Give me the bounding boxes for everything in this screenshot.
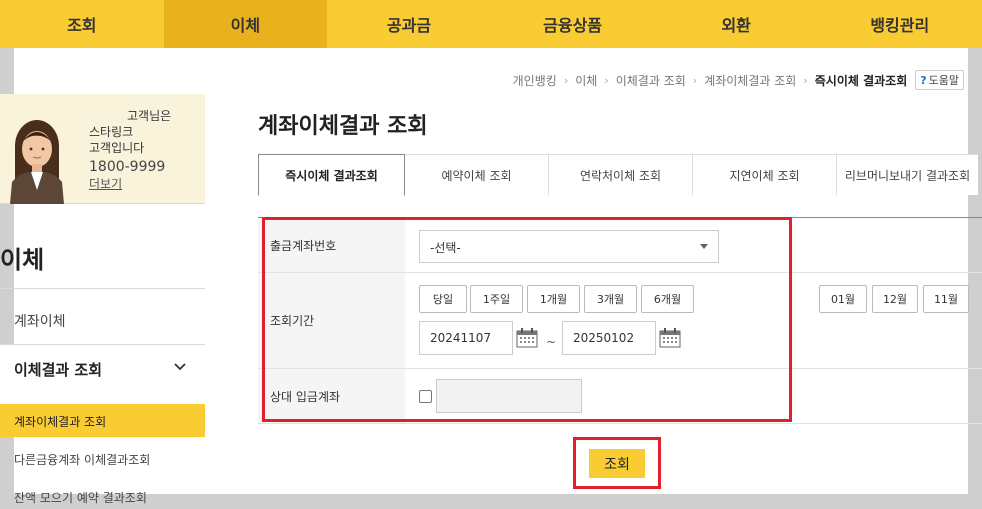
profile-status: 고객입니다 — [89, 141, 145, 155]
tab-bar: 즉시이체 결과조회 예약이체 조회 연락처이체 조회 지연이체 조회 리브머니보… — [258, 154, 978, 196]
sidebar-subitem[interactable]: 다른금융계좌 이체결과조회 — [14, 451, 150, 468]
nav-item-forex[interactable]: 외환 — [654, 0, 818, 48]
tab-contact[interactable]: 연락처이체 조회 — [549, 154, 693, 195]
question-icon: ? — [920, 73, 927, 87]
tab-scheduled[interactable]: 예약이체 조회 — [405, 154, 549, 195]
sidebar-section-transfer-result[interactable]: 이체결과 조회 — [0, 344, 205, 404]
chevron-down-icon — [174, 363, 186, 371]
profile-phone: 1800-9999 — [89, 159, 166, 175]
nav-item-products[interactable]: 금융상품 — [491, 0, 655, 48]
nav-item-transfer[interactable]: 이체 — [163, 0, 328, 48]
month-dec-button[interactable]: 12월 — [872, 285, 918, 313]
sidebar-section-label: 이체결과 조회 — [14, 361, 103, 379]
customer-avatar — [10, 116, 64, 204]
month-nov-button[interactable]: 11월 — [923, 285, 969, 313]
chevron-right-icon: › — [563, 73, 569, 87]
profile-greeting: 고객님은 — [127, 109, 172, 123]
sidebar-title: 이체 — [0, 246, 45, 274]
help-label: 도움말 — [928, 74, 959, 87]
search-button[interactable]: 조회 — [589, 449, 645, 478]
breadcrumb-item[interactable]: 개인뱅킹 — [513, 72, 557, 89]
sidebar-subitem[interactable]: 잔액 모으기 예약 결과조회 — [14, 489, 147, 506]
profile-text: 고객님은 스타링크 고객입니다 1800-9999 더보기 — [89, 108, 171, 192]
help-button[interactable]: ? 도움말 — [915, 70, 964, 90]
top-nav: 조회 이체 공과금 금융상품 외환 뱅킹관리 — [0, 0, 982, 48]
month-jan-button[interactable]: 01월 — [819, 285, 867, 313]
nav-item-utility[interactable]: 공과금 — [327, 0, 491, 48]
highlight-box — [262, 217, 792, 422]
profile-company: 스타링크 — [89, 125, 134, 139]
divider — [0, 288, 205, 289]
breadcrumb-item[interactable]: 이체결과 조회 — [616, 72, 686, 89]
breadcrumb: 개인뱅킹 › 이체 › 이체결과 조회 › 계좌이체결과 조회 › 즉시이체 결… — [513, 70, 964, 90]
page-title: 계좌이체결과 조회 — [258, 114, 428, 139]
sidebar-item-account-transfer[interactable]: 계좌이체 — [14, 311, 66, 331]
chevron-right-icon: › — [692, 73, 698, 87]
chevron-right-icon: › — [604, 73, 609, 87]
submit-highlight: 조회 — [573, 437, 661, 489]
sidebar-subitem-active[interactable]: 계좌이체결과 조회 — [0, 404, 205, 437]
breadcrumb-current: 즉시이체 결과조회 — [814, 73, 908, 88]
tab-delayed[interactable]: 지연이체 조회 — [693, 154, 837, 195]
tab-livmoney[interactable]: 리브머니보내기 결과조회 — [837, 154, 978, 195]
nav-item-banking-mgmt[interactable]: 뱅킹관리 — [818, 0, 982, 48]
breadcrumb-item[interactable]: 계좌이체결과 조회 — [704, 72, 796, 89]
customer-profile: 고객님은 스타링크 고객입니다 1800-9999 더보기 — [0, 94, 205, 204]
tab-instant-result[interactable]: 즉시이체 결과조회 — [258, 154, 405, 196]
chevron-right-icon: › — [803, 73, 808, 87]
breadcrumb-item[interactable]: 이체 — [575, 72, 597, 89]
nav-item-inquiry[interactable]: 조회 — [0, 0, 164, 48]
more-link[interactable]: 더보기 — [89, 176, 122, 192]
